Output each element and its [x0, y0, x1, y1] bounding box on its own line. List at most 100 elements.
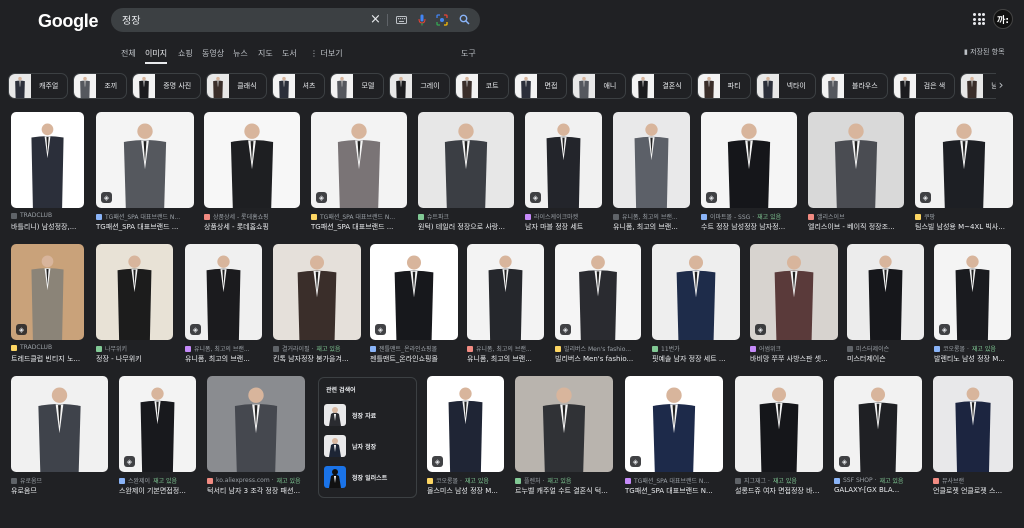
result-thumbnail[interactable]	[11, 112, 84, 208]
image-result[interactable]: ◈ TG패션_SPA 대표브랜드 N... TG패션_SPA 대표브랜드 ...	[96, 112, 194, 240]
image-result[interactable]: ◈ TG패션_SPA 대표브랜드 N... TG패션_SPA 대표브랜드 ...	[311, 112, 407, 240]
account-avatar[interactable]: 까:	[993, 9, 1013, 29]
result-source[interactable]: 유로옴므	[11, 476, 108, 485]
result-thumbnail[interactable]: ◈	[119, 376, 196, 472]
result-source[interactable]: 결거라이필 · 재고 있음	[273, 344, 361, 353]
tab-videos[interactable]: 동영상	[202, 48, 224, 59]
result-caption[interactable]: 정장 - 나무위키	[96, 354, 173, 364]
image-result[interactable]: 결거라이필 · 재고 있음 킨톡 남자정장 봄가을겨...	[273, 244, 361, 372]
result-source[interactable]: 유니폼, 최고의 브랜...	[467, 344, 544, 353]
tab-all[interactable]: 전체	[121, 48, 136, 59]
result-caption[interactable]: 수트 정장 남성정장 남자정...	[701, 222, 797, 232]
keyboard-icon[interactable]	[395, 13, 408, 26]
image-result[interactable]: TRADCLUB 바틀리니) 남성정장,...	[11, 112, 84, 240]
related-item[interactable]: 정장 자료	[324, 402, 413, 428]
result-caption[interactable]: 설롱드쥬 여자 면접정장 바지 ...	[735, 486, 823, 496]
result-source[interactable]: SSF SHOP · 재고 있음	[834, 476, 922, 485]
result-source[interactable]: 나무위키	[96, 344, 173, 353]
image-result[interactable]: 앨리스이브 엘리스이브 - 베이직 정장조...	[808, 112, 904, 240]
result-thumbnail[interactable]: ◈	[934, 244, 1011, 340]
image-result[interactable]: 유니폼, 최고의 브랜... 유니폼, 최고의 브랜...	[613, 112, 690, 240]
result-caption[interactable]: 르누벨 캐주얼 수트 결혼식 턱...	[515, 486, 613, 496]
result-caption[interactable]: 킨톡 남자정장 봄가을겨...	[273, 354, 361, 364]
tools-button[interactable]: 도구	[461, 48, 476, 59]
result-thumbnail[interactable]	[204, 112, 300, 208]
result-source[interactable]: TRADCLUB	[11, 344, 84, 351]
result-thumbnail[interactable]	[613, 112, 690, 208]
result-thumbnail[interactable]: ◈	[750, 244, 838, 340]
result-caption[interactable]: 유니폼, 최고의 브랜...	[467, 354, 544, 364]
chip-item[interactable]: 코트	[454, 73, 509, 99]
result-thumbnail[interactable]	[273, 244, 361, 340]
chip-item[interactable]: 클래식	[206, 73, 267, 99]
result-thumbnail[interactable]	[933, 376, 1013, 472]
image-result[interactable]: 플렌처 · 재고 있음 르누벨 캐주얼 수트 결혼식 턱...	[515, 376, 613, 504]
result-thumbnail[interactable]: ◈	[96, 112, 194, 208]
search-icon[interactable]	[458, 13, 471, 26]
result-source[interactable]: 유니폼, 최고의 브랜...	[185, 344, 262, 353]
result-thumbnail[interactable]	[515, 376, 613, 472]
image-result[interactable]: 나무위키 정장 - 나무위키	[96, 244, 173, 372]
chip-item[interactable]: 넥타이	[755, 73, 816, 99]
result-caption[interactable]: 발렌티노 남성 정장 M...	[934, 354, 1011, 364]
result-thumbnail[interactable]: ◈	[370, 244, 458, 340]
image-result[interactable]: 유로옴므 유로옴므	[11, 376, 108, 504]
apps-grid-icon[interactable]	[973, 13, 985, 25]
image-result[interactable]: ◈ 유니폼, 최고의 브랜... 유니폼, 최고의 브랜...	[185, 244, 262, 372]
result-caption[interactable]: 턱서티 남자 3 조각 정장 패션...	[207, 486, 305, 496]
image-result[interactable]: ◈ 스완제이 재고 있음 스완제이 기본면접정...	[119, 376, 196, 504]
image-result[interactable]: ◈ 코오롱몰 · 재고 있음 발렌티노 남성 정장 M...	[934, 244, 1011, 372]
chip-item[interactable]: 면접	[513, 73, 568, 99]
chip-item[interactable]: 블라우스	[820, 73, 888, 99]
result-caption[interactable]: TG패션_SPA 대표브랜드 N...	[625, 486, 723, 496]
image-result[interactable]: ◈ 라이스케이크마켓 남자 마블 정장 세트	[525, 112, 602, 240]
image-result[interactable]: 슈트파크 원턱) 테일러 정장으로 사랑...	[418, 112, 514, 240]
image-result[interactable]: 유니폼, 최고의 브랜... 유니폼, 최고의 브랜...	[467, 244, 544, 372]
saved-items-link[interactable]: ▮ 저장된 항목	[964, 47, 1005, 57]
result-caption[interactable]: 스완제이 기본면접정...	[119, 486, 196, 496]
tab-maps[interactable]: 지도	[258, 48, 273, 59]
tab-more[interactable]: ⋮ 더보기	[310, 48, 343, 59]
result-source[interactable]: 어썸위크	[750, 344, 838, 353]
result-thumbnail[interactable]	[467, 244, 544, 340]
result-thumbnail[interactable]	[11, 376, 108, 472]
result-caption[interactable]: 젠틀맨트_온라인쇼핑몰	[370, 354, 458, 364]
result-thumbnail[interactable]	[652, 244, 740, 340]
chip-item[interactable]: 그레이	[389, 73, 450, 99]
related-item[interactable]: 정장 일러스트	[324, 464, 413, 490]
image-result[interactable]: ◈ 이마트몰 - SSG · 재고 있음 수트 정장 남성정장 남자정...	[701, 112, 797, 240]
result-caption[interactable]: 바비망 쭈쭈 사방스판 셋...	[750, 354, 838, 364]
microphone-icon[interactable]	[415, 13, 428, 26]
chip-item[interactable]: 증명 사진	[132, 73, 202, 99]
result-caption[interactable]: 빌리버스 Men's fashio...	[555, 354, 641, 364]
result-thumbnail[interactable]	[847, 244, 924, 340]
result-thumbnail[interactable]: ◈	[311, 112, 407, 208]
google-lens-icon[interactable]	[435, 13, 448, 26]
image-result[interactable]: ◈ SSF SHOP · 재고 있음 GALAXY-[GX BLA...	[834, 376, 922, 504]
result-caption[interactable]: 몰스미스 남성 정장 M...	[427, 486, 504, 496]
result-source[interactable]: 플렌처 · 재고 있음	[515, 476, 613, 485]
image-result[interactable]: ◈ 젠틀맨트_온라인쇼핑몰 젠틀맨트_온라인쇼핑몰	[370, 244, 458, 372]
search-input[interactable]: 정장	[122, 12, 140, 27]
result-thumbnail[interactable]: ◈	[525, 112, 602, 208]
result-source[interactable]: 뮤사브랜	[933, 476, 1013, 485]
result-thumbnail[interactable]: ◈	[625, 376, 723, 472]
result-source[interactable]: 젠틀맨트_온라인쇼핑몰	[370, 344, 458, 353]
result-source[interactable]: 미스터제이슨	[847, 344, 924, 353]
tab-books[interactable]: 도서	[282, 48, 297, 59]
image-result[interactable]: ◈ TRADCLUB 트레드클럽 빈티지 노...	[11, 244, 84, 372]
result-thumbnail[interactable]: ◈	[701, 112, 797, 208]
image-result[interactable]: 지그재그 · 재고 있음 설롱드쥬 여자 면접정장 바지 ...	[735, 376, 823, 504]
result-caption[interactable]: 트레드클럽 빈티지 노...	[11, 354, 84, 364]
result-caption[interactable]: 미스터제이슨	[847, 354, 924, 364]
image-result[interactable]: 상품상세 - 롯데홈쇼핑 상품상세 - 롯데홈쇼핑	[204, 112, 300, 240]
result-source[interactable]: TG패션_SPA 대표브랜드 N...	[311, 212, 407, 221]
result-thumbnail[interactable]: ◈	[915, 112, 1013, 208]
image-result[interactable]: ko.aliexpress.com · 재고 있음 턱서티 남자 3 조각 정장 …	[207, 376, 305, 504]
result-source[interactable]: 스완제이 재고 있음	[119, 476, 196, 485]
result-source[interactable]: 쿠팡	[915, 212, 1013, 221]
chip-item[interactable]: 셔츠	[271, 73, 326, 99]
result-source[interactable]: 라이스케이크마켓	[525, 212, 602, 221]
result-thumbnail[interactable]	[808, 112, 904, 208]
result-source[interactable]: 유니폼, 최고의 브랜...	[613, 212, 690, 221]
